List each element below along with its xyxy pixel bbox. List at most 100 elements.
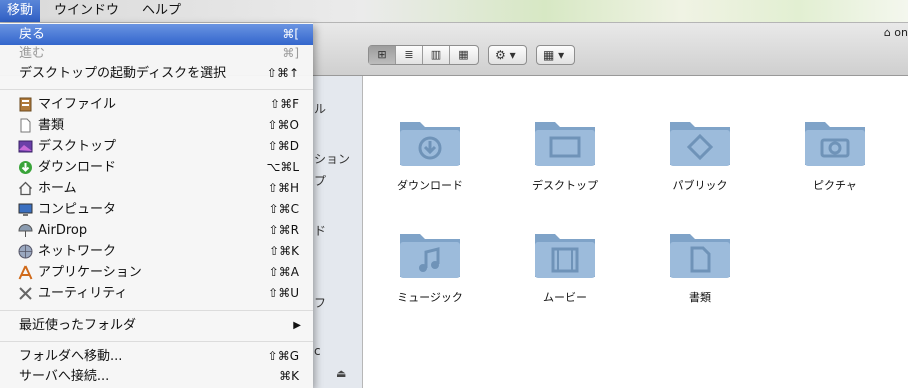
sidebar-fragment: フ bbox=[314, 296, 327, 310]
folder-label: ピクチャ bbox=[813, 179, 857, 192]
computer-icon bbox=[18, 203, 33, 216]
menu-item-utilities[interactable]: ユーティリティ ⇧⌘U bbox=[0, 283, 313, 304]
menu-item-shortcut: ⇧⌘C bbox=[268, 202, 299, 216]
sidebar-fragment: ド bbox=[314, 224, 327, 238]
sidebar-fragment: c bbox=[314, 344, 321, 358]
sidebar-fragment: プ bbox=[314, 174, 327, 188]
menu-item-label: 進む bbox=[19, 46, 46, 61]
menu-item-label: ダウンロード bbox=[38, 160, 117, 175]
desktop-picture-icon bbox=[18, 140, 33, 153]
menu-item-shortcut: ⇧⌘A bbox=[268, 265, 299, 279]
eject-icon[interactable]: ⏏ bbox=[336, 367, 346, 380]
menu-item-label: サーバへ接続... bbox=[19, 369, 110, 384]
menu-bar: 移動 ウインドウ ヘルプ bbox=[0, 0, 908, 23]
menu-item-back[interactable]: 戻る ⌘[ bbox=[0, 24, 313, 45]
menu-item-shortcut: ⌘K bbox=[279, 369, 299, 383]
menu-item-desktop[interactable]: デスクトップ ⇧⌘D bbox=[0, 136, 313, 157]
menu-item-shortcut: ⇧⌘U bbox=[268, 286, 299, 300]
path-crumb[interactable]: ⌂ on bbox=[884, 26, 908, 39]
menu-item-network[interactable]: ネットワーク ⇧⌘K bbox=[0, 241, 313, 262]
menu-item-label: ネットワーク bbox=[38, 244, 117, 259]
menubar-help[interactable]: ヘルプ bbox=[135, 0, 188, 22]
list-view-button[interactable]: ≣ bbox=[396, 46, 423, 64]
home-icon: ⌂ bbox=[883, 26, 891, 39]
folder-music[interactable]: ミュージック bbox=[380, 228, 480, 305]
menu-item-computer[interactable]: コンピュータ ⇧⌘C bbox=[0, 199, 313, 220]
menu-item-go-to-folder[interactable]: フォルダへ移動... ⇧⌘G bbox=[0, 346, 313, 367]
menu-item-downloads[interactable]: ダウンロード ⌥⌘L bbox=[0, 157, 313, 178]
document-icon bbox=[20, 118, 31, 133]
menu-item-label: ホーム bbox=[38, 181, 77, 196]
menu-item-documents[interactable]: 書類 ⇧⌘O bbox=[0, 115, 313, 136]
menu-item-shortcut: ⇧⌘O bbox=[267, 118, 300, 132]
menubar-window[interactable]: ウインドウ bbox=[47, 0, 126, 22]
utilities-icon bbox=[19, 287, 32, 300]
network-icon bbox=[18, 244, 33, 259]
menu-item-shortcut: ⇧⌘G bbox=[267, 349, 299, 363]
menu-item-all-my-files[interactable]: マイファイル ⇧⌘F bbox=[0, 94, 313, 115]
menu-item-shortcut: ⇧⌘D bbox=[267, 139, 299, 153]
menu-item-label: AirDrop bbox=[38, 223, 88, 238]
all-my-files-icon bbox=[19, 97, 32, 112]
menu-item-label: 書類 bbox=[38, 118, 65, 133]
action-menu-button[interactable]: ⚙ ▾ bbox=[488, 45, 527, 65]
folder-documents[interactable]: 書類 bbox=[650, 228, 750, 305]
icon-view-button[interactable]: ⊞ bbox=[369, 46, 396, 64]
menu-item-label: デスクトップ bbox=[38, 139, 117, 154]
folder-label: ムービー bbox=[543, 291, 587, 304]
menu-item-shortcut: ⇧⌘↑ bbox=[266, 66, 299, 80]
menu-item-shortcut: ⇧⌘H bbox=[267, 181, 299, 195]
folder-pictures[interactable]: ピクチャ bbox=[785, 116, 885, 193]
download-icon bbox=[19, 161, 32, 174]
folder-label: ダウンロード bbox=[397, 179, 463, 192]
public-folder-icon bbox=[670, 122, 730, 166]
folder-public[interactable]: パブリック bbox=[650, 116, 750, 193]
view-mode-segmented: ⊞ ≣ ▥ ▦ bbox=[368, 45, 479, 65]
menu-separator bbox=[0, 310, 313, 311]
menubar-go[interactable]: 移動 bbox=[0, 0, 41, 22]
folder-label: 書類 bbox=[689, 291, 711, 304]
menu-item-shortcut: ⌥⌘L bbox=[266, 160, 299, 174]
menu-item-connect-to-server[interactable]: サーバへ接続... ⌘K bbox=[0, 366, 313, 387]
menu-item-forward[interactable]: 進む ⌘] bbox=[0, 43, 313, 64]
menu-item-shortcut: ⇧⌘K bbox=[269, 244, 299, 258]
music-folder-icon bbox=[400, 234, 460, 278]
column-view-button[interactable]: ▥ bbox=[423, 46, 450, 64]
menu-item-applications[interactable]: アプリケーション ⇧⌘A bbox=[0, 262, 313, 283]
path-crumb-label: on bbox=[894, 26, 908, 39]
airdrop-icon bbox=[18, 224, 33, 237]
download-folder-icon bbox=[400, 122, 460, 166]
menu-item-label: コンピュータ bbox=[38, 202, 117, 217]
folder-label: ミュージック bbox=[397, 291, 463, 304]
menu-separator bbox=[0, 89, 313, 90]
pictures-folder-icon bbox=[805, 122, 865, 166]
menu-item-label: デスクトップの起動ディスクを選択 bbox=[19, 66, 227, 81]
menu-item-shortcut: ⇧⌘R bbox=[268, 223, 299, 237]
menu-item-airdrop[interactable]: AirDrop ⇧⌘R bbox=[0, 220, 313, 241]
menu-separator bbox=[0, 341, 313, 342]
home-icon bbox=[19, 181, 32, 196]
menu-item-shortcut: ⇧⌘F bbox=[270, 97, 299, 111]
folder-label: パブリック bbox=[672, 179, 728, 192]
arrange-menu-button[interactable]: ▦ ▾ bbox=[536, 45, 575, 65]
applications-icon bbox=[18, 265, 33, 280]
folder-grid: ダウンロード デスクトップ パブリック ピクチャ ミュージック ムービー 書類 bbox=[363, 76, 908, 388]
folder-label: デスクトップ bbox=[532, 179, 598, 192]
movies-folder-icon bbox=[535, 234, 595, 278]
folder-downloads[interactable]: ダウンロード bbox=[380, 116, 480, 193]
menu-item-recent-folders[interactable]: 最近使ったフォルダ ▶ bbox=[0, 315, 313, 336]
menu-item-label: フォルダへ移動... bbox=[19, 349, 123, 364]
folder-desktop[interactable]: デスクトップ bbox=[515, 116, 615, 193]
menu-item-shortcut: ⌘[ bbox=[282, 27, 299, 41]
folder-movies[interactable]: ムービー bbox=[515, 228, 615, 305]
menu-item-startup-disk[interactable]: デスクトップの起動ディスクを選択 ⇧⌘↑ bbox=[0, 63, 313, 84]
menu-item-home[interactable]: ホーム ⇧⌘H bbox=[0, 178, 313, 199]
coverflow-view-button[interactable]: ▦ bbox=[450, 46, 477, 64]
menu-item-label: ユーティリティ bbox=[38, 286, 128, 301]
sidebar-fragment: ション bbox=[314, 152, 351, 166]
menu-item-label: 最近使ったフォルダ bbox=[19, 318, 137, 333]
go-menu-dropdown: 戻る ⌘[ 進む ⌘] デスクトップの起動ディスクを選択 ⇧⌘↑ マイファイル … bbox=[0, 23, 313, 388]
desktop-folder-icon bbox=[535, 122, 595, 166]
submenu-arrow-icon: ▶ bbox=[293, 320, 301, 331]
sidebar-fragment: ル bbox=[314, 102, 327, 116]
